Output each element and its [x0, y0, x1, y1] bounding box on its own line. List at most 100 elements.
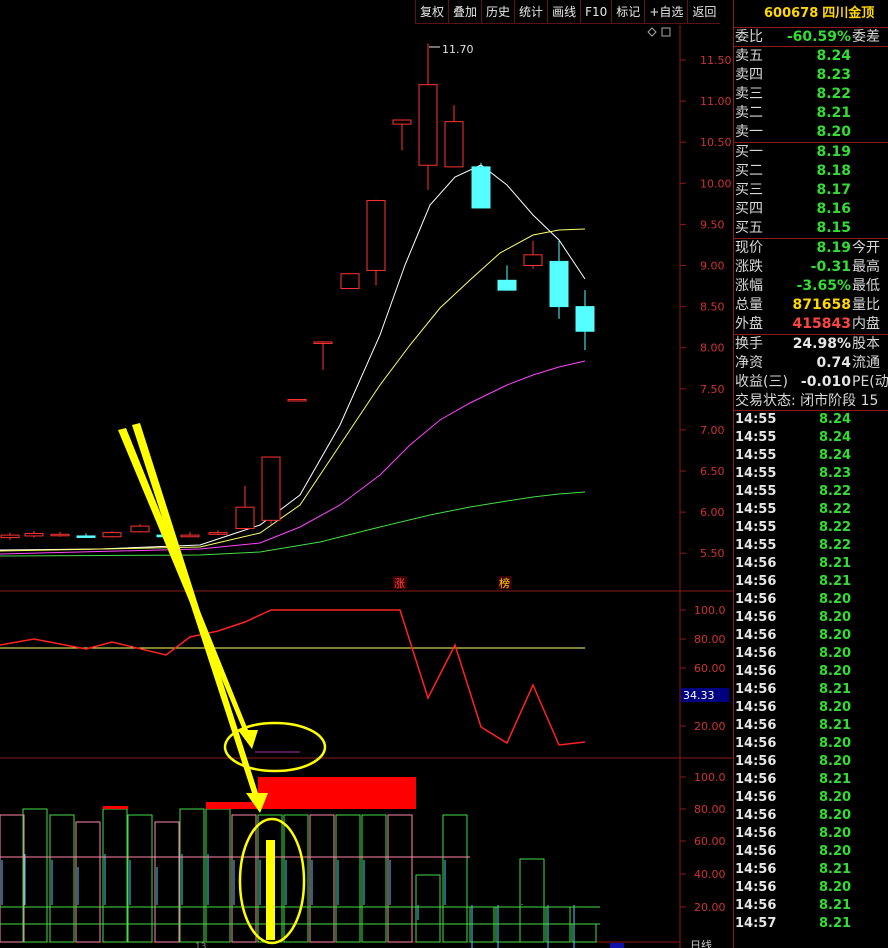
toolbar-button-7[interactable]: +自选 — [644, 0, 688, 24]
stock-name: 四川金顶 — [822, 6, 875, 21]
candle-down — [497, 279, 517, 291]
stat-row-0-value: 8.19 — [816, 240, 851, 256]
tick-price: 8.20 — [819, 754, 852, 769]
candle-down — [76, 535, 96, 538]
toolbar-button-2[interactable]: 历史 — [481, 0, 515, 24]
ind2-bar-outline — [415, 874, 441, 943]
tick-row: 14:56 8.21 — [734, 573, 888, 591]
ind2-bar-outline — [361, 814, 387, 943]
tick-time: 14:57 — [735, 916, 777, 931]
sell-level-3-label: 卖三 — [735, 86, 763, 102]
ind2-bar-outline — [22, 808, 48, 943]
sell-level-4-value: 8.23 — [816, 67, 851, 83]
tick-time: 14:56 — [735, 700, 777, 715]
sell-book: 卖五 8.24 卖四 8.23 卖三 8.22 卖二 8.21 卖一 8.20 — [734, 47, 888, 143]
kline-chart-area[interactable]: 11.50 11.00 10.50 10.00 9.50 9.00 8.50 8.00 7.50… — [0, 25, 733, 948]
tick-time: 14:56 — [735, 862, 777, 877]
price-tick-label: 7.00 — [700, 424, 725, 437]
stat-row-2-label: 涨幅 — [735, 278, 763, 294]
annotation-arrow-2 — [132, 423, 268, 813]
buy-level-3: 买三 8.17 — [734, 181, 888, 200]
stat-row-0-label2: 今开 — [852, 240, 880, 256]
tick-row: 14:56 8.21 — [734, 771, 888, 789]
sell-level-2-label: 卖二 — [735, 105, 763, 121]
kline-chart-svg: 11.50 11.00 10.50 10.00 9.50 9.00 8.50 8.00 7.50… — [0, 25, 733, 948]
tick-time: 14:56 — [735, 772, 777, 787]
tick-price: 8.24 — [819, 448, 852, 463]
toolbar-button-4[interactable]: 画线 — [547, 0, 581, 24]
tick-row: 14:56 8.21 — [734, 681, 888, 699]
sell-level-5-label: 卖五 — [735, 48, 763, 64]
toolbar-button-3[interactable]: 统计 — [514, 0, 548, 24]
candle-up — [523, 254, 543, 266]
ind2-red-block — [258, 777, 416, 809]
ind2-bar-outline — [49, 814, 75, 943]
toolbar-button-5[interactable]: F10 — [580, 0, 612, 24]
tick-time: 14:56 — [735, 808, 777, 823]
tick-price: 8.20 — [819, 610, 852, 625]
candle-up — [287, 398, 307, 402]
tick-row: 14:56 8.20 — [734, 789, 888, 807]
tick-list[interactable]: 14:55 8.24 14:55 8.24 14:55 8.24 14:55 8.23 14:5… — [734, 411, 888, 933]
tick-row: 14:56 8.20 — [734, 609, 888, 627]
tick-time: 14:56 — [735, 880, 777, 895]
candle-up — [340, 273, 360, 290]
toolbar-button-8[interactable]: 返回 — [687, 0, 721, 24]
tick-time: 14:56 — [735, 826, 777, 841]
sell-level-3-value: 8.22 — [816, 86, 851, 102]
tick-price: 8.24 — [819, 412, 852, 427]
tick-row: 14:56 8.20 — [734, 807, 888, 825]
candle-down — [549, 260, 569, 308]
stat-row-1: 涨跌 -0.31 最高 — [734, 258, 888, 277]
price-tick-label: 8.50 — [700, 301, 725, 314]
tick-row: 14:55 8.24 — [734, 411, 888, 429]
toolbar-button-1[interactable]: 叠加 — [448, 0, 482, 24]
ind2-bar-outline — [571, 923, 597, 943]
fund-row-0-label: 换手 — [735, 336, 763, 352]
chart-mode-icon[interactable] — [647, 27, 671, 37]
ind2-bar-outline — [102, 808, 128, 943]
stat-row-4-label: 外盘 — [735, 316, 763, 332]
stat-row-4: 外盘 415843 内盘 — [734, 315, 888, 334]
ind2-tick-label: 80.00 — [694, 803, 726, 816]
high-price-label: 11.70 — [442, 43, 474, 56]
tick-row: 14:56 8.21 — [734, 897, 888, 915]
tick-row: 14:57 8.21 — [734, 915, 888, 933]
tick-row: 14:56 8.20 — [734, 825, 888, 843]
stat-row-3-value: 871658 — [792, 297, 851, 313]
tick-time: 14:56 — [735, 574, 777, 589]
tick-row: 14:56 8.20 — [734, 843, 888, 861]
buy-level-4-label: 买四 — [735, 201, 763, 217]
tick-price: 8.21 — [819, 556, 852, 571]
tick-price: 8.20 — [819, 646, 852, 661]
tick-price: 8.20 — [819, 880, 852, 895]
stat-row-4-value: 415843 — [792, 316, 851, 332]
bottom-date-label: 13 — [195, 942, 206, 948]
tick-row: 14:55 8.22 — [734, 483, 888, 501]
buy-level-5-value: 8.15 — [816, 220, 851, 236]
ind1-tick-label: 60.00 — [694, 662, 726, 675]
tick-price: 8.21 — [819, 574, 852, 589]
toolbar-button-6[interactable]: 标记 — [611, 0, 645, 24]
stock-header[interactable]: 600678 四川金顶 — [734, 0, 888, 28]
tick-price: 8.23 — [819, 466, 852, 481]
candle-up — [313, 341, 333, 344]
price-tick-label: 5.50 — [700, 547, 725, 560]
tick-row: 14:55 8.23 — [734, 465, 888, 483]
tick-price: 8.22 — [819, 520, 852, 535]
stat-row-2-label2: 最低 — [852, 278, 880, 294]
fund-row-1-label: 净资 — [735, 355, 763, 371]
price-tick-label: 10.50 — [700, 136, 732, 149]
buy-level-1-value: 8.19 — [816, 144, 851, 160]
tick-time: 14:56 — [735, 718, 777, 733]
ind2-bar-outline — [205, 808, 231, 943]
tick-price: 8.21 — [819, 862, 852, 877]
stat-row-3-label: 总量 — [735, 297, 763, 313]
sell-level-4-label: 卖四 — [735, 67, 763, 83]
tick-price: 8.22 — [819, 502, 852, 517]
toolbar-button-0[interactable]: 复权 — [415, 0, 449, 24]
price-tick-label: 9.00 — [700, 260, 725, 273]
candle-up — [235, 506, 255, 530]
tick-row: 14:56 8.20 — [734, 753, 888, 771]
tick-time: 14:56 — [735, 844, 777, 859]
